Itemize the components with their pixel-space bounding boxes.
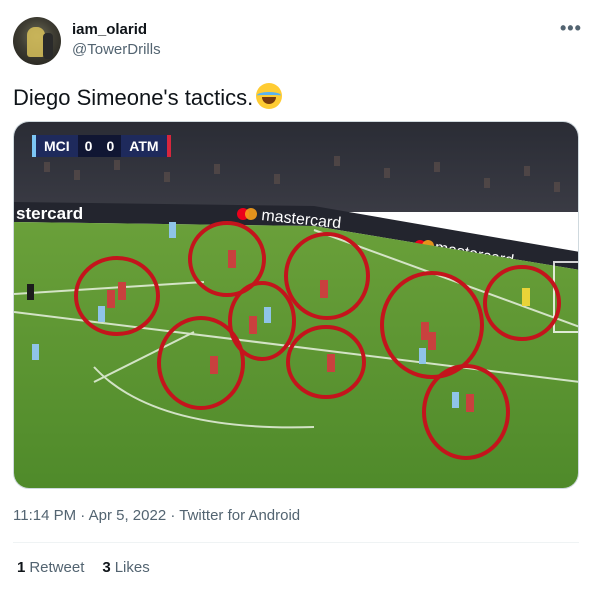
tweet-timestamp: 11:14 PM · Apr 5, 2022 · Twitter for And… [13, 507, 300, 524]
tears-of-joy-emoji-icon [256, 83, 283, 109]
tweet: iam_olarid @TowerDrills ••• Diego Simeon… [0, 0, 593, 590]
likes-count: 3 [102, 559, 111, 576]
meta-separator: · [170, 507, 176, 524]
likes-stat[interactable]: 3 Likes [102, 559, 149, 576]
tweet-text: Diego Simeone's tactics. [13, 83, 283, 111]
scoreboard-home-score: 0 [77, 135, 100, 157]
tweet-text-content: Diego Simeone's tactics. [13, 85, 254, 110]
tweet-source[interactable]: Twitter for Android [179, 507, 300, 524]
scoreboard-away-score: 0 [99, 135, 122, 157]
retweet-count: 1 [17, 559, 26, 576]
retweet-label: Retweet [29, 559, 85, 576]
tweet-time[interactable]: 11:14 PM [13, 507, 76, 524]
author-avatar[interactable] [13, 17, 61, 65]
author-display-name[interactable]: iam_olarid [72, 21, 147, 38]
author-handle[interactable]: @TowerDrills [72, 41, 161, 58]
ad-board-left: stercard [16, 204, 83, 223]
scoreboard: MCI 0 0 ATM [32, 135, 171, 157]
retweets-stat[interactable]: 1 Retweet [17, 559, 84, 576]
engagement-stats: 1 Retweet 3 Likes [17, 559, 150, 576]
scoreboard-away-team: ATM [121, 135, 171, 157]
football-pitch-image: stercard mastercard mastercard [14, 122, 578, 488]
tweet-date[interactable]: Apr 5, 2022 [89, 507, 167, 524]
meta-separator: · [80, 507, 86, 524]
likes-label: Likes [114, 559, 150, 576]
tweet-media-image[interactable]: stercard mastercard mastercard [13, 121, 579, 489]
more-options-icon[interactable]: ••• [560, 18, 582, 39]
divider [13, 542, 579, 543]
scoreboard-home-team: MCI [32, 135, 78, 157]
